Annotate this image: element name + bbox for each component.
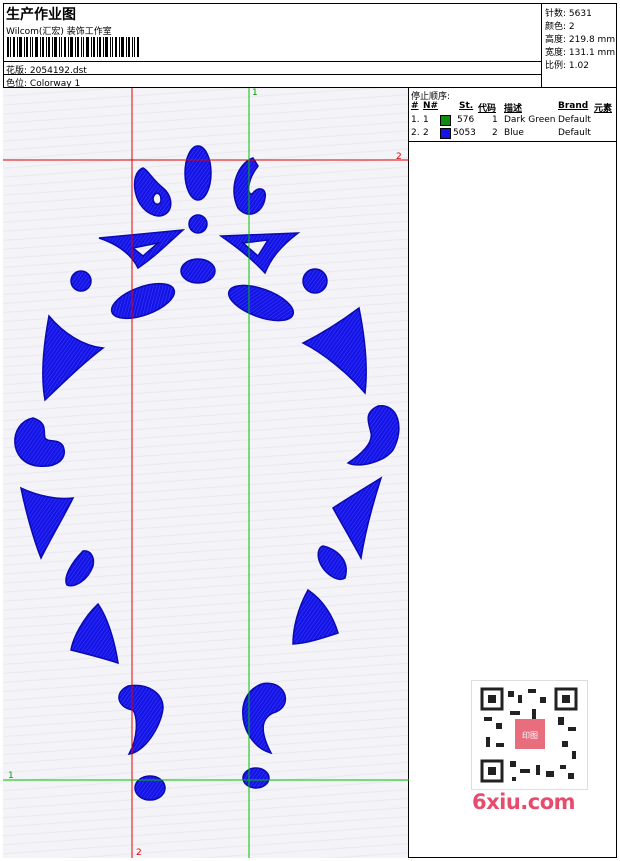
pattern-value: 2054192.dst [29,66,87,76]
triangle-shape [292,588,339,645]
site-logo[interactable]: 6xiu.com [472,790,576,814]
dot-shape [70,270,92,292]
paisley-shape [233,157,267,215]
paisley-shape [133,167,172,217]
stitch-count: 针数: 5631 [545,9,592,19]
paisley-shape [14,417,65,467]
barcode-icon [7,37,139,57]
guide-marker: 2 [396,152,402,162]
teardrop-shape [180,258,216,284]
page-title: 生产作业图 [6,7,76,23]
triangle-shape [42,314,105,402]
col-header: Brand [558,101,589,111]
color-swatch [440,115,451,126]
guide-marker: 2 [136,848,142,858]
paisley-shape [118,684,164,755]
table-row: 2. 2 5053 2 Blue Default [411,128,591,139]
teardrop-shape [227,284,295,322]
col-header: 代码 [478,104,497,114]
col-header: N# [423,101,439,111]
dot-shape [302,268,328,294]
col-header: 描述 [504,104,523,114]
triangle-shape [70,602,119,665]
color-swatch [440,128,451,139]
col-header: St. [459,101,474,111]
company-name: Wilcom(汇宏) 装饰工作室 [6,27,112,37]
triangle-shape [332,476,383,561]
teardrop-shape [65,550,95,587]
width-value: 宽度: 131.1 mm [545,48,616,58]
triangle-shape [301,306,367,395]
dot-shape [188,214,208,234]
color-count: 颜色: 2 [545,22,575,32]
pattern-row: 花版: 2054192.dst [6,63,87,76]
guide-marker: 1 [8,771,14,781]
crescent-shape [218,232,301,275]
qr-code-icon: 印图 [471,680,588,790]
dot-shape [242,767,270,789]
table-row: 1. 1 576 1 Dark Green Default [411,115,591,126]
col-header: 元素 [594,104,613,114]
header-divider [3,61,542,62]
stop-sequence-table: 停止顺序: # N# St. 代码 描述 Brand 元素 1. 1 576 1… [409,88,617,142]
qr-badge: 印图 [522,731,538,740]
scale-value: 比例: 1.02 [545,61,589,71]
pattern-label: 花版: [6,66,28,76]
teardrop-shape [110,282,176,320]
height-value: 高度: 219.8 mm [545,35,616,45]
paisley-shape [346,405,400,466]
embroidery-shapes [14,145,400,801]
col-header: # [411,101,419,111]
teardrop-shape [184,145,212,201]
guide-marker: 1 [252,88,258,98]
triangle-shape [19,486,75,560]
crescent-shape [98,229,186,270]
teardrop-shape [317,545,347,580]
embroidery-design [3,88,409,858]
